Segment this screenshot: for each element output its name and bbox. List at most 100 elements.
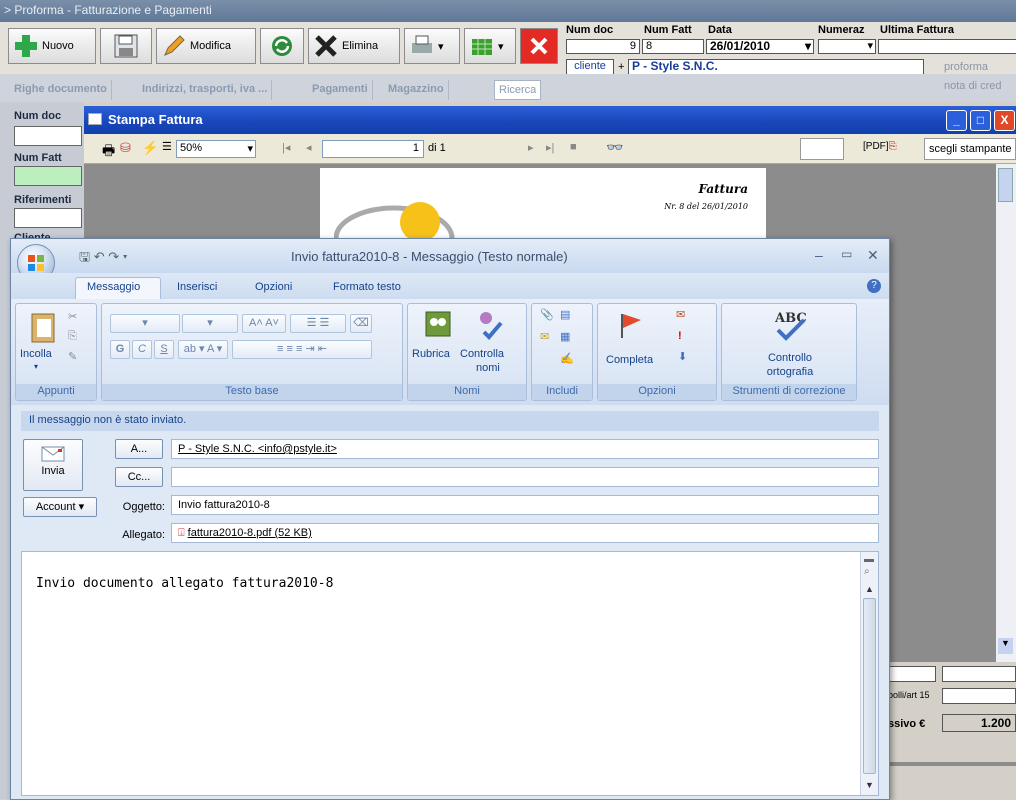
zoom-select[interactable]: 50% ▾ [176,140,256,158]
stop-icon[interactable]: ■ [570,141,577,153]
print-icon[interactable]: 🖶 [102,140,115,164]
page-input[interactable]: 1 [322,140,424,158]
rubrica-button[interactable]: Rubrica [412,348,450,360]
message-body[interactable]: Invio documento allegato fattura2010-8 ▬… [21,551,879,796]
ortografia-label[interactable]: ortografia [722,366,858,378]
pdf-button[interactable]: [PDF]⎘ [860,138,900,155]
controlla-button[interactable]: Controlla [460,348,504,360]
signature-icon[interactable]: ✍ [560,352,574,365]
nuovo-button[interactable]: Nuovo [8,28,96,64]
clear-format-button[interactable]: ⌫ [350,314,372,333]
to-field[interactable]: P - Style S.N.C. <info@pstyle.it> [171,439,879,459]
binoculars-icon[interactable]: 👓 [606,139,623,156]
tab-messaggio[interactable]: Messaggio [87,281,140,293]
format-painter-icon[interactable]: ✎ [68,350,77,363]
scroll-down-icon[interactable]: ▼ [998,638,1013,654]
font-select[interactable]: ▾ [110,314,180,333]
export-icon[interactable]: ⛁ [120,140,131,156]
quick-access-icons[interactable]: 🖫 ↶ ↷ ▾ [79,248,128,270]
grow-font-button[interactable]: A˄ A˅ [242,314,286,333]
bold-button[interactable]: G [110,340,130,359]
align-buttons[interactable]: ≡ ≡ ≡ ⇥ ⇤ [232,340,372,359]
lp-riferimenti-input[interactable] [14,208,82,228]
printer-button[interactable]: scegli stampante [924,138,1016,160]
to-button[interactable]: A... [115,439,163,459]
view-icon[interactable]: ⌕ [864,566,870,577]
body-scrollbar[interactable]: ▬ ⌕ ▲ ▼ [860,552,878,795]
tab-opzioni[interactable]: Opzioni [255,281,292,293]
categorize-icon[interactable]: ✉ [676,308,685,321]
business-card-icon[interactable]: ▤ [560,308,570,321]
minimize-button[interactable]: _ [946,110,967,131]
high-importance-icon[interactable]: ! [678,330,682,342]
elimina-button[interactable]: Elimina [308,28,400,64]
modifica-button[interactable]: Modifica [156,28,256,64]
incolla-button[interactable]: Incolla [20,348,52,360]
chevron-down-icon[interactable]: ▾ [34,362,38,371]
list-button[interactable]: ☰ ☰ [290,314,346,333]
lightning-icon[interactable]: ⚡ [142,140,158,156]
maximize-button[interactable]: □ [970,110,991,131]
num-doc-input[interactable]: 9 [566,39,640,54]
completa-button[interactable]: Completa [606,354,653,366]
account-button[interactable]: Account ▾ [23,497,97,517]
ultima-fattura-input[interactable] [878,39,1016,54]
totals-field-1[interactable] [886,666,936,682]
attachment-link[interactable]: fattura2010-8.pdf (52 KB) [188,527,312,539]
scroll-up-icon[interactable]: ▲ [865,584,874,594]
opzioni-label: Opzioni [598,384,716,400]
bolli-input[interactable] [942,688,1016,704]
maximize-icon[interactable]: ▭ [841,247,852,261]
next-page-icon[interactable]: ▸ [528,141,534,154]
tab-formato-testo[interactable]: Formato testo [333,281,401,293]
attach-icon[interactable]: 📎 [540,308,554,321]
page-setup-button[interactable] [800,138,844,160]
first-page-icon[interactable]: |◂ [282,141,290,154]
tab-righe[interactable]: Righe documento [10,80,112,100]
invia-button[interactable]: Invia [23,439,83,491]
cc-field[interactable] [171,467,879,487]
app-title-bar: > Proforma - Fatturazione e Pagamenti [0,0,1016,22]
numeraz-select[interactable]: ▾ [818,39,876,54]
tab-ricerca[interactable]: Ricerca [494,80,542,100]
copy-icon[interactable]: ⎘ [68,330,77,343]
attach-item-icon[interactable]: ✉ [540,330,549,343]
lp-num-fatt-input[interactable] [14,166,82,186]
split-icon[interactable]: ▬ [864,554,874,565]
help-icon[interactable]: ? [867,279,881,293]
size-select[interactable]: ▾ [182,314,238,333]
scroll-down-icon[interactable]: ▼ [865,780,874,790]
totals-field-2[interactable] [942,666,1016,682]
data-input[interactable]: 26/01/2010 ▾ [706,39,814,54]
tree-icon[interactable]: ☰ [162,140,172,153]
last-page-icon[interactable]: ▸| [546,141,554,154]
close-button[interactable]: X [994,110,1015,131]
close-app-button[interactable] [520,28,558,64]
underline-button[interactable]: S [154,340,174,359]
calendar-icon[interactable]: ▦ [560,330,570,343]
scroll-thumb[interactable] [998,168,1013,202]
minimize-icon[interactable]: – [815,247,823,263]
controllo-label[interactable]: Controllo [722,352,858,364]
highlight-button[interactable]: ab ▾ A ▾ [178,340,228,359]
tab-magazzino[interactable]: Magazzino [384,80,449,100]
close-icon[interactable]: ✕ [867,247,879,264]
print-button[interactable]: ▾ [404,28,460,64]
low-importance-icon[interactable]: ⬇ [678,350,687,363]
cc-button[interactable]: Cc... [115,467,163,487]
attachment-field[interactable]: ⍗ fattura2010-8.pdf (52 KB) [171,523,879,543]
prev-page-icon[interactable]: ◂ [306,141,312,154]
lp-num-doc-input[interactable] [14,126,82,146]
refresh-button[interactable] [260,28,304,64]
num-fatt-input[interactable]: 8 [642,39,704,54]
subject-field[interactable]: Invio fattura2010-8 [171,495,879,515]
tab-inserisci[interactable]: Inserisci [177,281,217,293]
tab-indirizzi[interactable]: Indirizzi, trasporti, iva ... [138,80,273,100]
export-button[interactable]: ▾ [464,28,516,64]
save-button[interactable] [100,28,152,64]
cut-icon[interactable]: ✂ [68,310,77,323]
preview-scrollbar[interactable]: ▼ [996,164,1016,664]
scroll-thumb[interactable] [863,598,876,774]
italic-button[interactable]: C [132,340,152,359]
tab-pagamenti[interactable]: Pagamenti [308,80,373,100]
